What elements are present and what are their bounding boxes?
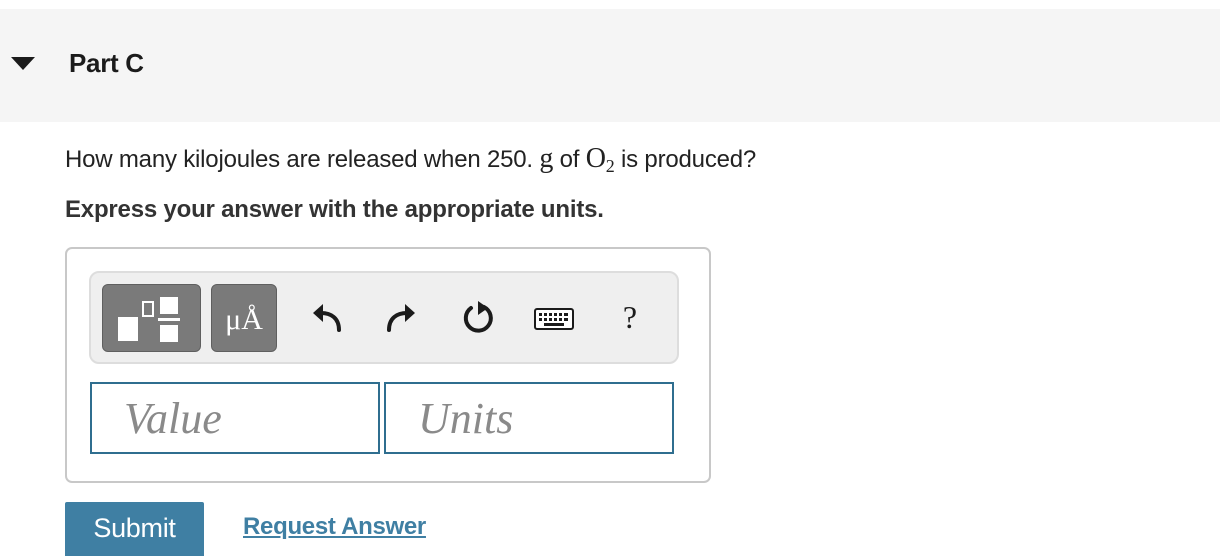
question-middle: of [553,146,586,173]
chemical-formula: O2 [585,143,615,176]
undo-button[interactable] [309,300,345,336]
request-answer-link[interactable]: Request Answer [243,513,426,541]
answer-instruction: Express your answer with the appropriate… [65,196,604,223]
formula-species: O [585,143,606,174]
part-title: Part C [69,48,144,78]
question-prefix: How many kilojoules are released when 25… [65,146,540,173]
help-button[interactable]: ? [617,297,643,337]
units-input[interactable] [384,382,674,454]
value-input[interactable] [90,382,380,454]
question-suffix: is produced? [614,146,757,173]
answer-panel: μÅ ? Value Units [65,247,711,483]
math-toolbar: μÅ ? [89,271,679,364]
templates-icon [118,297,180,342]
part-header: Part C [0,9,1220,122]
templates-button[interactable] [102,284,201,352]
redo-icon [387,304,415,332]
keyboard-icon [534,308,574,330]
redo-button[interactable] [383,300,419,336]
formula-subscript: 2 [605,156,615,176]
caret-down-icon[interactable] [11,57,35,70]
submit-button[interactable]: Submit [65,502,204,556]
reset-button[interactable] [459,299,497,337]
units-button[interactable]: μÅ [211,284,277,352]
mass-unit: g [539,143,554,174]
reset-icon [463,301,493,333]
question-text: How many kilojoules are released when 25… [65,143,756,175]
keyboard-button[interactable] [533,306,575,332]
undo-icon [313,304,341,332]
